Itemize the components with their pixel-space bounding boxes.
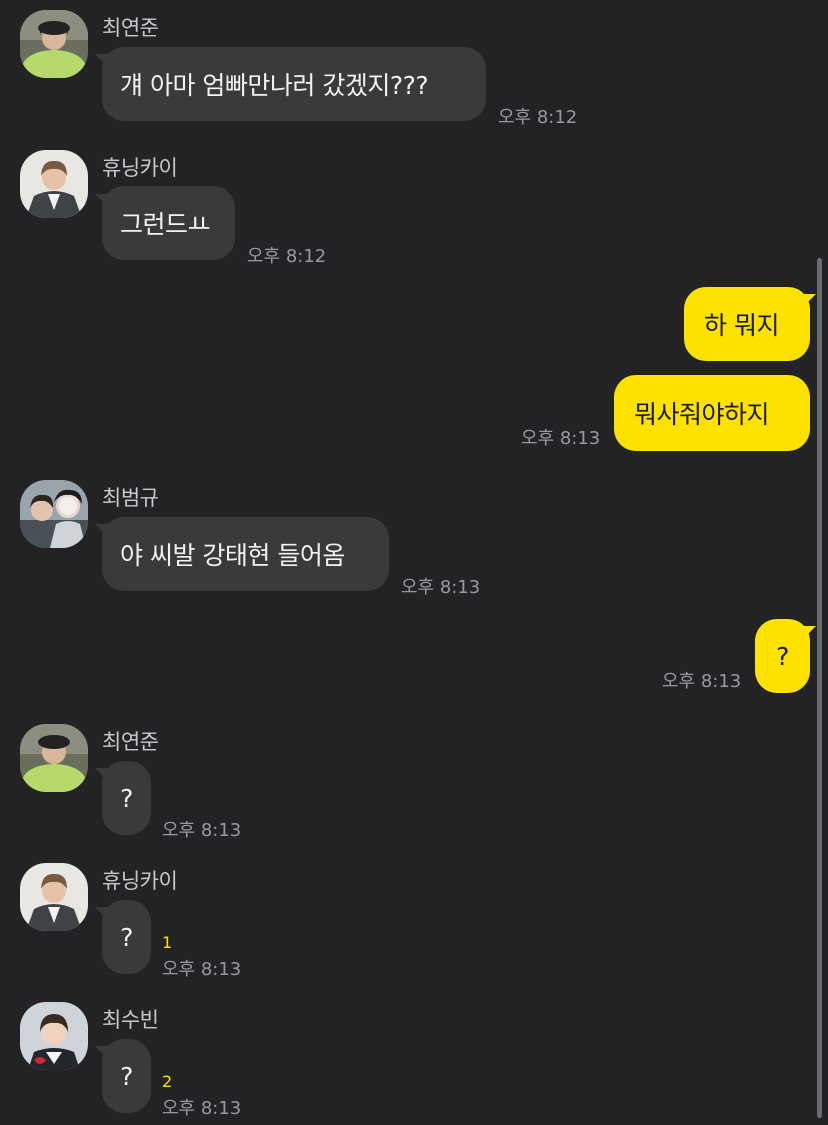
message-time: 오후 8:12 <box>247 246 327 267</box>
message-time: 오후 8:13 <box>162 959 242 980</box>
message-bubble[interactable]: 걔 아마 엄빠만나러 갔겠지??? <box>102 47 486 121</box>
avatar-yeonjun[interactable] <box>20 724 88 792</box>
avatar-beomgyu[interactable] <box>20 480 88 548</box>
sender-name: 최연준 <box>102 16 159 40</box>
sender-name: 휴닝카이 <box>102 869 178 893</box>
sender-name: 최연준 <box>102 730 159 754</box>
message-bubble[interactable]: 뭐사줘야하지 <box>614 375 810 451</box>
avatar-hueningkai[interactable] <box>20 863 88 931</box>
profile-photo-icon <box>20 863 88 931</box>
message-bubble[interactable]: ? <box>102 900 151 974</box>
message-time: 오후 8:13 <box>662 671 742 692</box>
message-time: 오후 8:13 <box>521 428 601 449</box>
message-bubble[interactable]: ? <box>102 761 151 835</box>
chat-room[interactable]: 최연준 걔 아마 엄빠만나러 갔겠지??? 오후 8:12 휴닝카이 그런드ㅛ … <box>0 0 828 1125</box>
sender-name: 최범규 <box>102 486 159 510</box>
message-bubble[interactable]: ? <box>102 1039 151 1113</box>
message-time: 오후 8:12 <box>498 107 578 128</box>
profile-photo-icon <box>20 150 88 218</box>
message-bubble[interactable]: 하 뭐지 <box>684 287 810 361</box>
message-time: 오후 8:13 <box>401 577 481 598</box>
message-time: 오후 8:13 <box>162 1098 242 1119</box>
profile-photo-icon <box>20 10 88 78</box>
avatar-yeonjun[interactable] <box>20 10 88 78</box>
profile-photo-icon <box>20 724 88 792</box>
profile-photo-icon <box>20 1002 88 1070</box>
sender-name: 최수빈 <box>102 1008 159 1032</box>
message-bubble[interactable]: 그런드ㅛ <box>102 186 235 260</box>
avatar-hueningkai[interactable] <box>20 150 88 218</box>
unread-count: 2 <box>162 1072 173 1091</box>
profile-photo-icon <box>20 480 88 548</box>
unread-count: 1 <box>162 933 173 952</box>
avatar-soobin[interactable] <box>20 1002 88 1070</box>
sender-name: 휴닝카이 <box>102 156 178 180</box>
message-bubble[interactable]: 야 씨발 강태현 들어옴 <box>102 517 389 591</box>
scrollbar[interactable] <box>817 258 822 1118</box>
message-time: 오후 8:13 <box>162 820 242 841</box>
message-bubble[interactable]: ? <box>755 619 810 693</box>
